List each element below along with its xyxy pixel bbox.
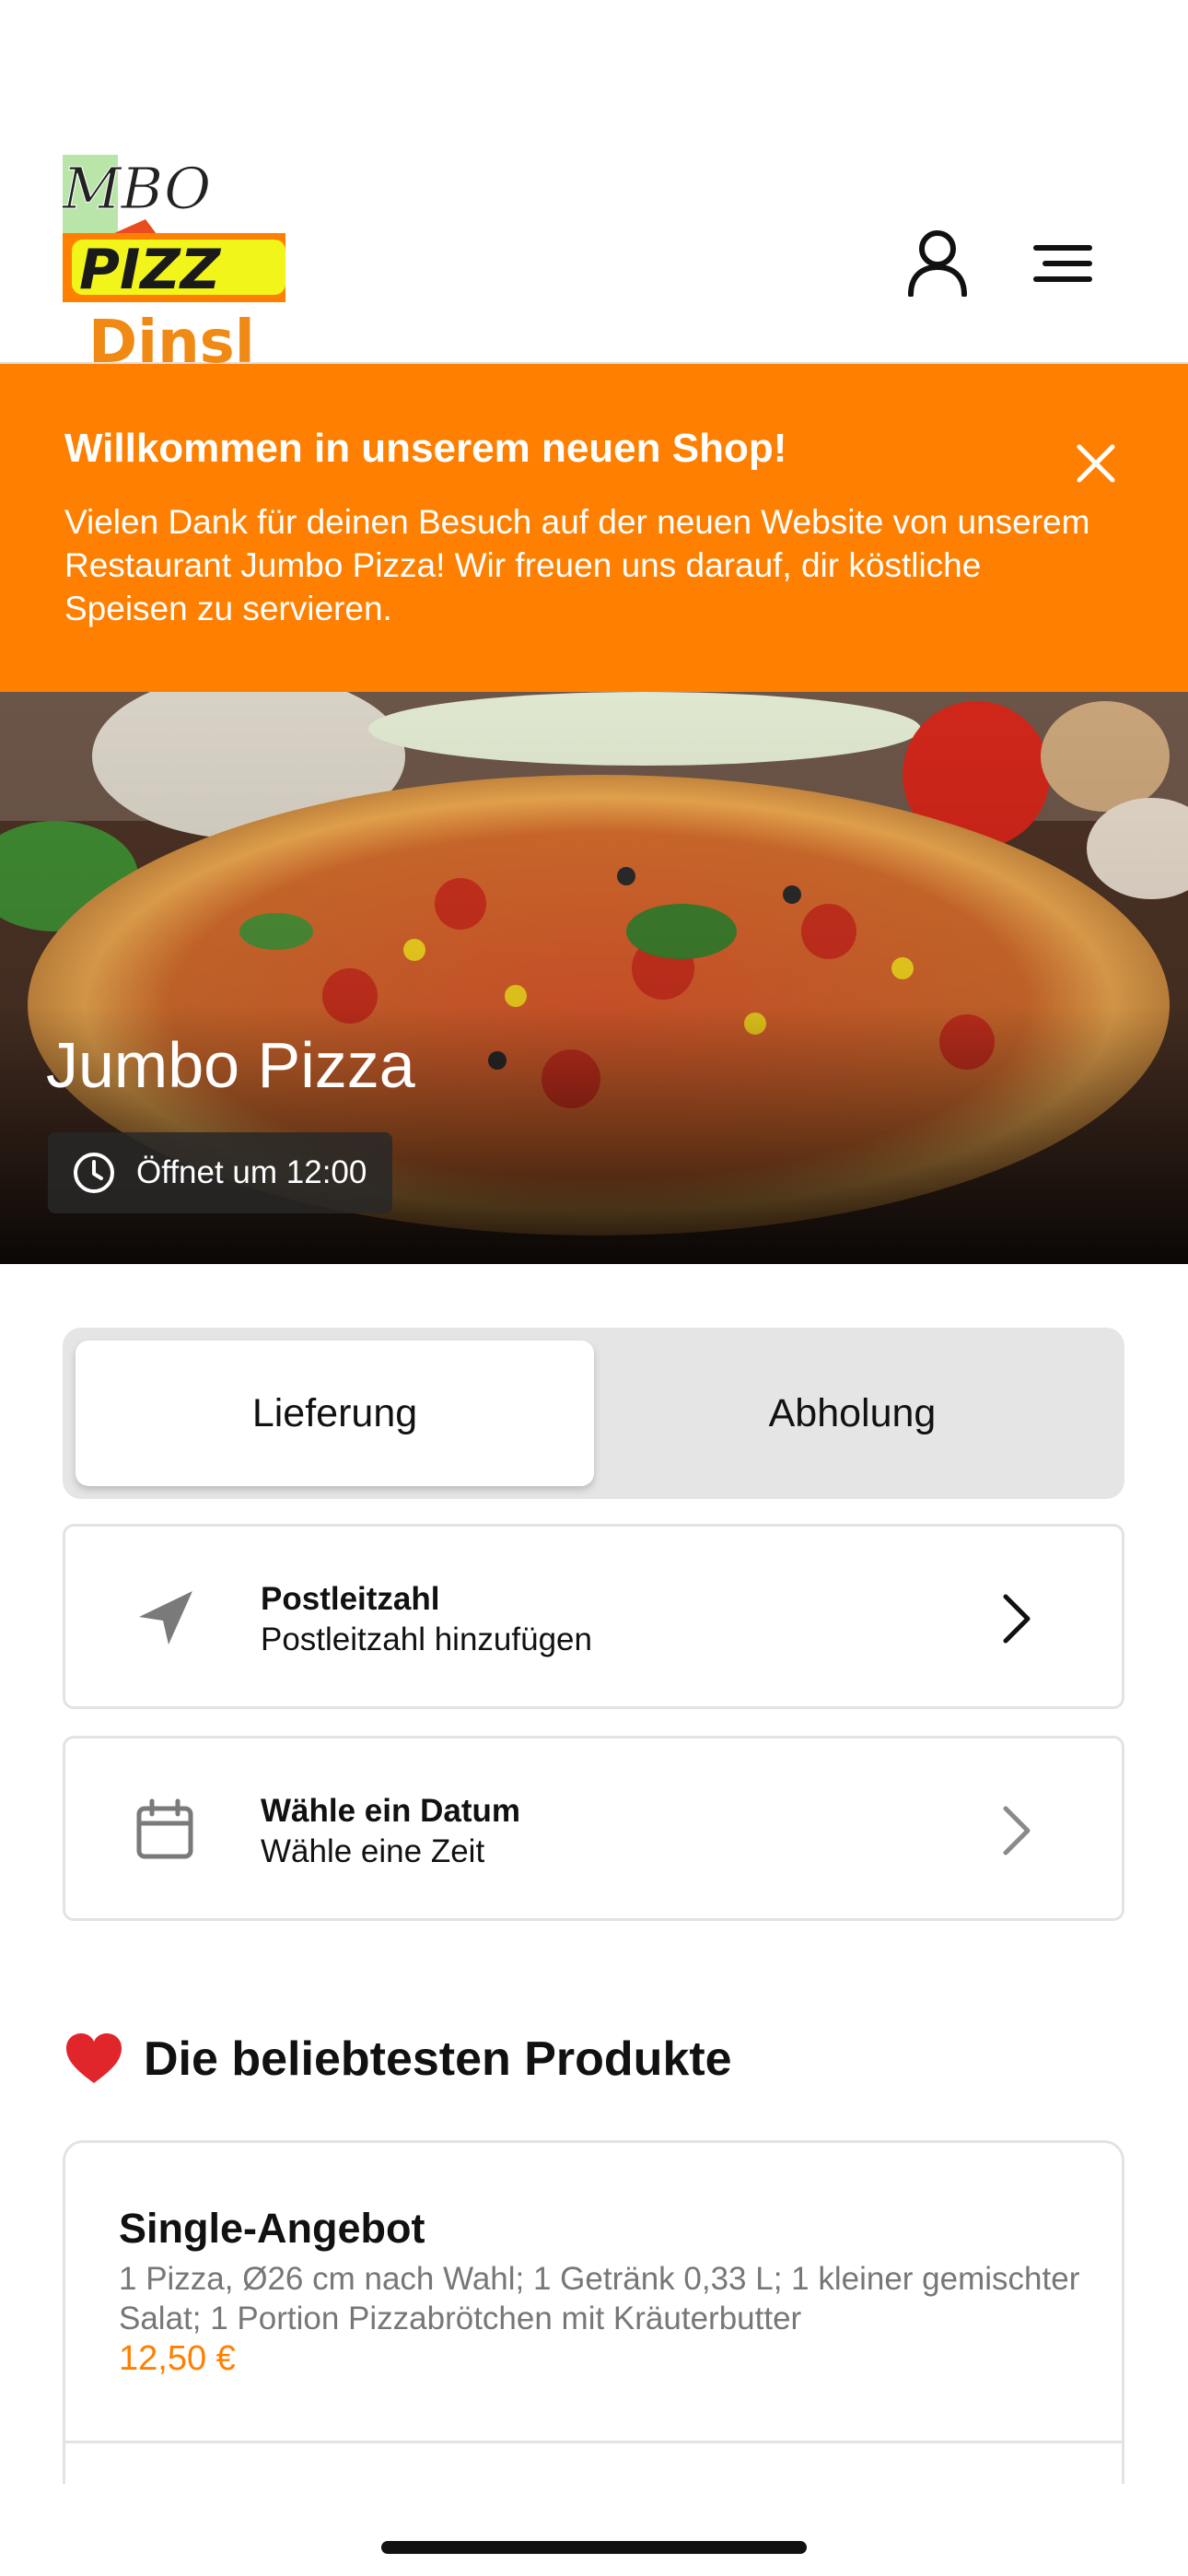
divider	[65, 2441, 1122, 2443]
time-subtitle: Wähle eine Zeit	[261, 1833, 485, 1869]
user-icon[interactable]	[901, 227, 974, 300]
location-arrow-icon	[139, 1591, 192, 1645]
opening-hours-badge: Öffnet um 12:00	[48, 1132, 393, 1213]
delivery-option[interactable]: Lieferung	[76, 1341, 594, 1486]
product-description: 1 Pizza, Ø26 cm nach Wahl; 1 Getränk 0,3…	[119, 2261, 1080, 2336]
logo-text-mid: PIZZ	[79, 238, 222, 302]
banner-text: Vielen Dank für deinen Besuch auf der ne…	[64, 503, 1090, 627]
close-banner-button[interactable]	[1070, 438, 1122, 489]
welcome-banner: Willkommen in unserem neuen Shop! Vielen…	[0, 364, 1188, 692]
header: MBO PIZZ Dinsl	[0, 0, 1188, 364]
opening-hours-text: Öffnet um 12:00	[136, 1154, 367, 1190]
logo-text-top: MBO	[63, 155, 211, 222]
heart-icon	[66, 2033, 122, 2083]
date-picker-card[interactable]: Wähle ein Datum Wähle eine Zeit	[63, 1736, 1124, 1921]
chevron-right-icon	[1003, 1594, 1031, 1644]
clock-icon	[74, 1153, 114, 1193]
postal-code-card[interactable]: Postleitzahl Postleitzahl hinzufügen	[63, 1524, 1124, 1709]
bottom-area	[0, 2484, 1188, 2576]
close-icon	[1077, 444, 1115, 483]
postal-code-title: Postleitzahl	[261, 1581, 440, 1617]
postal-code-subtitle: Postleitzahl hinzufügen	[261, 1622, 592, 1657]
menu-icon[interactable]	[1026, 227, 1100, 300]
restaurant-logo[interactable]: MBO PIZZ Dinsl	[63, 155, 285, 364]
logo-text-bottom: Dinsl	[88, 309, 255, 364]
banner-title: Willkommen in unserem neuen Shop!	[64, 426, 787, 471]
date-title: Wähle ein Datum	[261, 1793, 520, 1829]
chevron-right-icon	[1003, 1806, 1031, 1856]
order-mode-toggle: Lieferung Abholung	[63, 1328, 1124, 1499]
product-title: Single-Angebot	[119, 2205, 425, 2252]
popular-products-heading: Die beliebtesten Produkte	[64, 2027, 732, 2091]
restaurant-name: Jumbo Pizza	[46, 1029, 415, 1101]
product-price: 12,50 €	[119, 2339, 236, 2378]
hero-image: Jumbo Pizza Öffnet um 12:00	[0, 692, 1188, 1264]
home-indicator[interactable]	[381, 2541, 807, 2554]
pickup-option[interactable]: Abholung	[593, 1341, 1112, 1486]
calendar-icon	[136, 1798, 193, 1859]
popular-products-title: Die beliebtesten Produkte	[144, 2032, 732, 2086]
